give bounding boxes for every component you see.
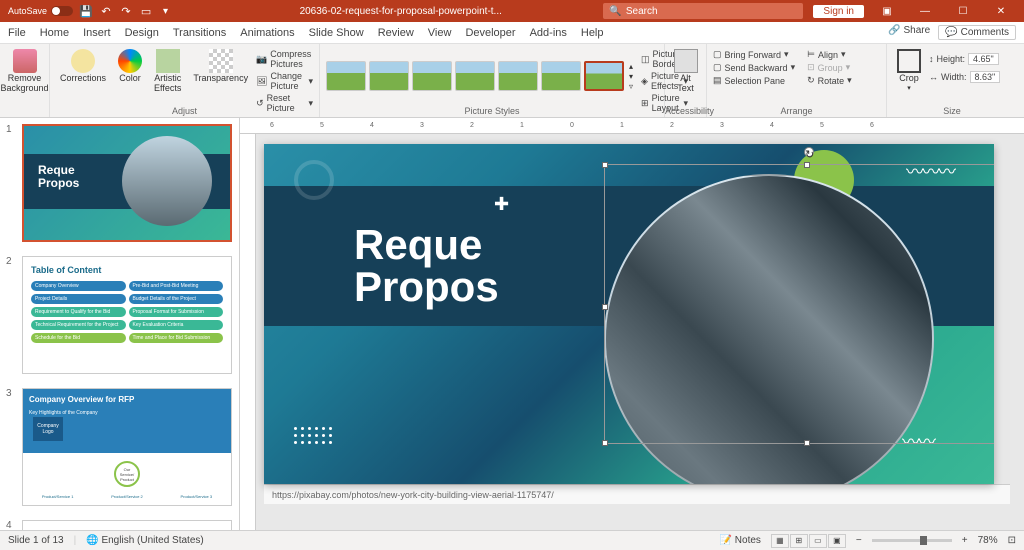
selection-box[interactable]: ↻ (604, 164, 994, 444)
slideshow-view-button[interactable]: ▣ (828, 534, 846, 548)
undo-icon[interactable]: ↶ (99, 4, 113, 18)
picture-styles-group-label: Picture Styles (320, 106, 664, 116)
height-input[interactable]: ↕ Height: 4.65" (929, 53, 1000, 65)
zoom-slider[interactable] (872, 539, 952, 542)
color-button[interactable]: Color (114, 47, 146, 86)
slide-title-text: RequePropos (354, 224, 499, 308)
redo-icon[interactable]: ↷ (119, 4, 133, 18)
notes-button[interactable]: 📝 Notes (720, 535, 761, 546)
zoom-in-button[interactable]: + (962, 535, 968, 546)
adjust-group-label: Adjust (50, 106, 319, 116)
share-button[interactable]: 🔗 Share (888, 25, 930, 40)
menu-animations[interactable]: Animations (240, 27, 294, 39)
thumbnail-1[interactable]: 1 RequePropos (6, 124, 233, 242)
slide-counter: Slide 1 of 13 (8, 535, 64, 546)
titlebar: AutoSave 💾 ↶ ↷ ▭ ▾ 20636-02-request-for-… (0, 0, 1024, 22)
width-input[interactable]: ↔ Width: 8.63" (929, 71, 1000, 83)
fit-to-window-button[interactable]: ⊡ (1008, 535, 1016, 546)
menu-slideshow[interactable]: Slide Show (309, 27, 364, 39)
comments-button[interactable]: 💬 Comments (938, 25, 1016, 40)
ribbon-mode-icon[interactable]: ▣ (872, 0, 902, 22)
horizontal-ruler: 654 321 012 345 6 (240, 118, 1024, 134)
send-backward-button[interactable]: ▢ Send Backward ▾ (713, 62, 795, 73)
menu-developer[interactable]: Developer (465, 27, 515, 39)
menu-help[interactable]: Help (581, 27, 604, 39)
notes-bar[interactable]: https://pixabay.com/photos/new-york-city… (264, 484, 1010, 504)
save-icon[interactable]: 💾 (79, 4, 93, 18)
menu-home[interactable]: Home (40, 27, 69, 39)
accessibility-group-label: Accessibility (665, 106, 706, 116)
sorter-view-button[interactable]: ⊞ (790, 534, 808, 548)
size-group-label: Size (887, 106, 1017, 116)
language-indicator[interactable]: 🌐 English (United States) (86, 535, 204, 546)
corrections-button[interactable]: Corrections (56, 47, 110, 86)
compress-pictures-button[interactable]: 📷 Compress Pictures (256, 49, 313, 69)
search-input[interactable]: 🔍 Search (603, 3, 803, 19)
menu-review[interactable]: Review (378, 27, 414, 39)
thumbnail-4[interactable]: 4 Project Details (6, 520, 233, 530)
editor-area: 654 321 012 345 6 〰〰〰 〰〰 ✚ RequePro (240, 118, 1024, 530)
close-button[interactable]: ✕ (986, 0, 1016, 22)
picture-styles-gallery[interactable]: ▴▾▿ (326, 47, 633, 105)
rotate-button[interactable]: ↻ Rotate ▾ (807, 75, 852, 86)
statusbar: Slide 1 of 13 | 🌐 English (United States… (0, 530, 1024, 550)
menu-addins[interactable]: Add-ins (530, 27, 567, 39)
search-icon: 🔍 (609, 6, 621, 17)
document-title: 20636-02-request-for-proposal-powerpoint… (168, 6, 593, 17)
thumbnail-2[interactable]: 2 Table of Content Company OverviewPre-B… (6, 256, 233, 374)
artistic-effects-button[interactable]: Artistic Effects (150, 47, 185, 96)
slide-canvas[interactable]: 〰〰〰 〰〰 ✚ RequePropos ↻ (264, 144, 994, 484)
present-icon[interactable]: ▭ (139, 4, 153, 18)
arrange-group-label: Arrange (707, 106, 886, 116)
selection-pane-button[interactable]: ▤ Selection Pane (713, 75, 795, 86)
menu-file[interactable]: File (8, 27, 26, 39)
menu-transitions[interactable]: Transitions (173, 27, 226, 39)
thumbnail-3[interactable]: 3 Company Overview for RFP Key Highlight… (6, 388, 233, 506)
maximize-button[interactable]: ☐ (948, 0, 978, 22)
rotate-handle-icon[interactable]: ↻ (804, 147, 814, 157)
slide-thumbnails-panel: 1 RequePropos 2 Table of Content Company… (0, 118, 240, 530)
minimize-button[interactable]: — (910, 0, 940, 22)
group-button[interactable]: ⊡ Group ▾ (807, 62, 852, 73)
signin-button[interactable]: Sign in (813, 5, 864, 18)
change-picture-button[interactable]: 🖼 Change Picture ▾ (256, 71, 313, 91)
align-button[interactable]: ⊨ Align ▾ (807, 49, 852, 60)
crop-button[interactable]: Crop▾ (893, 47, 925, 95)
menubar: File Home Insert Design Transitions Anim… (0, 22, 1024, 44)
remove-background-button[interactable]: Remove Background (6, 47, 43, 96)
menu-design[interactable]: Design (125, 27, 159, 39)
ribbon: Remove Background Corrections Color Arti… (0, 44, 1024, 118)
zoom-out-button[interactable]: − (856, 535, 862, 546)
bring-forward-button[interactable]: ▢ Bring Forward ▾ (713, 49, 795, 60)
menu-view[interactable]: View (428, 27, 452, 39)
menu-insert[interactable]: Insert (83, 27, 111, 39)
normal-view-button[interactable]: ▦ (771, 534, 789, 548)
zoom-level[interactable]: 78% (978, 535, 998, 546)
transparency-button[interactable]: Transparency (189, 47, 252, 86)
autosave-toggle[interactable]: AutoSave (8, 6, 73, 16)
alt-text-button[interactable]: Alt Text (671, 47, 700, 96)
vertical-ruler (240, 134, 256, 530)
reading-view-button[interactable]: ▭ (809, 534, 827, 548)
